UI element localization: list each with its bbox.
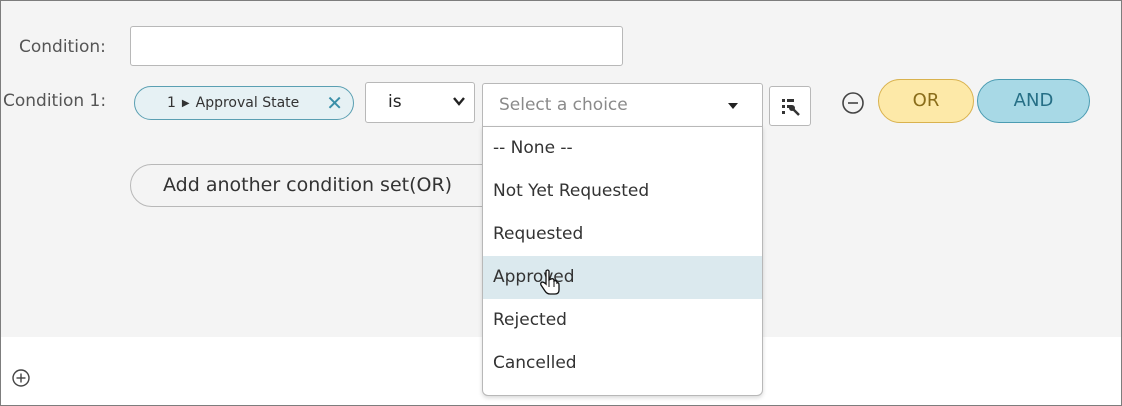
condition-label: Condition:	[19, 37, 106, 57]
condition-input[interactable]	[130, 26, 623, 66]
choice-option[interactable]: Cancelled	[483, 342, 762, 385]
and-button[interactable]: AND	[977, 79, 1090, 123]
field-pill-label: Approval State	[195, 95, 300, 111]
add-condition-set-button[interactable]: Add another condition set(OR)	[130, 164, 510, 207]
or-button[interactable]: OR	[878, 79, 974, 123]
choice-dropdown-list: -- None -- Not Yet Requested Requested A…	[482, 126, 763, 396]
reference-lookup-button[interactable]	[769, 86, 811, 126]
operator-value: is	[388, 92, 402, 112]
operator-select[interactable]: is	[365, 82, 475, 123]
choice-option[interactable]: Rejected	[483, 299, 762, 342]
choice-option[interactable]: Not Yet Requested	[483, 170, 762, 213]
plus-circle-icon[interactable]	[11, 368, 31, 388]
choice-select[interactable]: Select a choice	[482, 83, 763, 127]
field-pill-number: 1	[167, 95, 176, 111]
choice-option[interactable]: -- None --	[483, 127, 762, 170]
close-icon[interactable]: ✕	[326, 92, 343, 114]
caret-right-icon: ▶	[181, 97, 190, 109]
condition-1-label: Condition 1:	[3, 91, 107, 111]
choice-option[interactable]: Requested	[483, 213, 762, 256]
field-pill[interactable]: 1 ▶ Approval State ✕	[134, 86, 354, 120]
choice-placeholder: Select a choice	[499, 95, 628, 115]
condition-builder: Condition: Condition 1: 1 ▶ Approval Sta…	[0, 0, 1122, 406]
caret-down-icon	[728, 103, 738, 109]
reference-lookup-icon	[782, 99, 800, 116]
choice-option-highlighted[interactable]: Approved	[483, 256, 762, 299]
hand-pointer-icon	[540, 269, 560, 295]
minus-circle-icon[interactable]	[841, 91, 865, 115]
chevron-down-icon	[453, 97, 465, 106]
